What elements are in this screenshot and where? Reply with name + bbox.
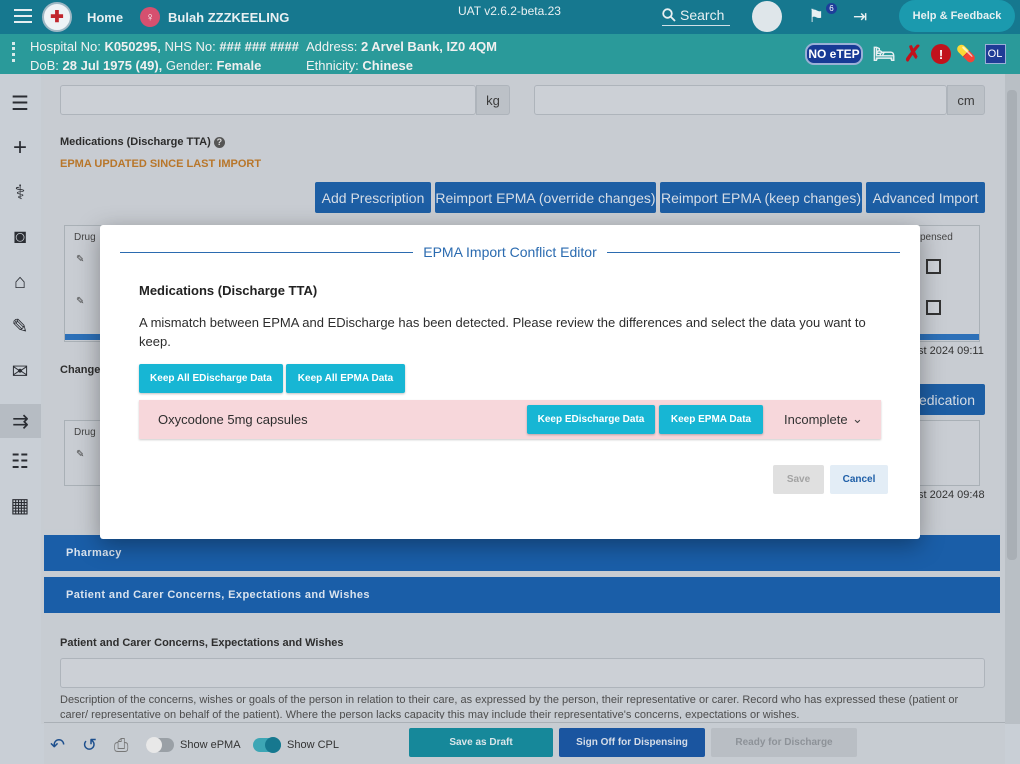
modal-subtitle: Medications (Discharge TTA) <box>139 283 318 298</box>
epma-conflict-modal: EPMA Import Conflict Editor Medications … <box>100 225 920 539</box>
keep-edischarge-button[interactable]: Keep EDischarge Data <box>527 405 655 434</box>
cancel-button[interactable]: Cancel <box>830 465 888 494</box>
modal-title: EPMA Import Conflict Editor <box>120 244 900 260</box>
keep-all-edischarge-button[interactable]: Keep All EDischarge Data <box>139 364 283 393</box>
keep-epma-button[interactable]: Keep EPMA Data <box>659 405 763 434</box>
modal-title-text: EPMA Import Conflict Editor <box>413 244 607 260</box>
modal-header: EPMA Import Conflict Editor <box>120 243 900 263</box>
chevron-down-icon[interactable]: ⌄ <box>852 411 863 427</box>
modal-description: A mismatch between EPMA and EDischarge h… <box>139 315 866 349</box>
keep-all-epma-button[interactable]: Keep All EPMA Data <box>286 364 405 393</box>
save-button[interactable]: Save <box>773 465 824 494</box>
conflict-status: Incomplete <box>784 412 848 427</box>
conflict-row[interactable]: Oxycodone 5mg capsules Keep EDischarge D… <box>139 400 881 439</box>
conflict-drug-name: Oxycodone 5mg capsules <box>158 412 308 427</box>
